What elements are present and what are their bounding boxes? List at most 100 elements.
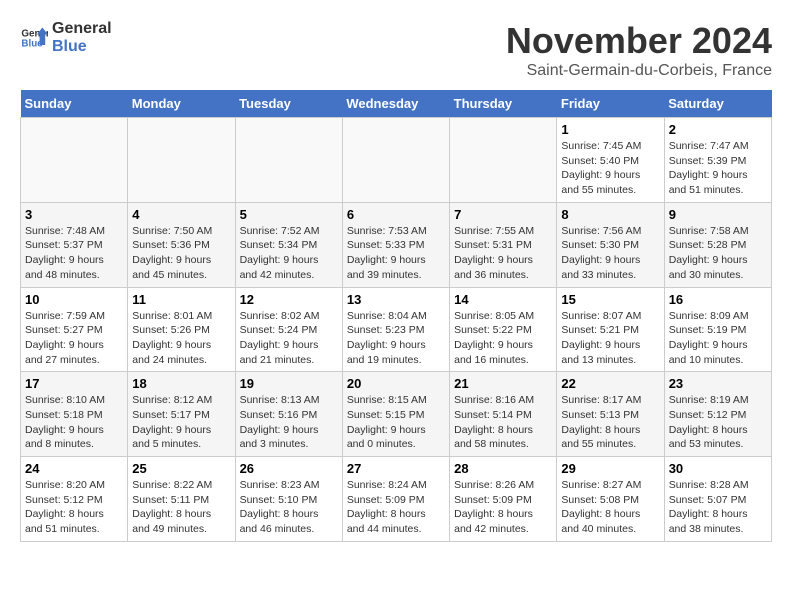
- day-info: Sunrise: 7:56 AMSunset: 5:30 PMDaylight:…: [561, 224, 659, 283]
- day-number: 5: [240, 207, 338, 222]
- weekday-header-thursday: Thursday: [450, 90, 557, 118]
- day-info: Sunrise: 8:10 AMSunset: 5:18 PMDaylight:…: [25, 393, 123, 452]
- day-number: 9: [669, 207, 767, 222]
- header: General Blue General Blue November 2024 …: [20, 20, 772, 80]
- day-info: Sunrise: 7:50 AMSunset: 5:36 PMDaylight:…: [132, 224, 230, 283]
- day-info: Sunrise: 8:26 AMSunset: 5:09 PMDaylight:…: [454, 478, 552, 537]
- day-info: Sunrise: 8:01 AMSunset: 5:26 PMDaylight:…: [132, 309, 230, 368]
- day-info: Sunrise: 8:23 AMSunset: 5:10 PMDaylight:…: [240, 478, 338, 537]
- day-number: 11: [132, 292, 230, 307]
- day-number: 21: [454, 376, 552, 391]
- calendar-cell: 3Sunrise: 7:48 AMSunset: 5:37 PMDaylight…: [21, 202, 128, 287]
- calendar-cell: 16 Sunrise: 8:09 AMSunset: 5:19 PMDayligh…: [664, 287, 771, 372]
- day-number: 3: [25, 207, 123, 222]
- calendar-cell: 14Sunrise: 8:05 AMSunset: 5:22 PMDayligh…: [450, 287, 557, 372]
- day-info: Sunrise: 7:52 AMSunset: 5:34 PMDaylight:…: [240, 224, 338, 283]
- day-info: Sunrise: 8:16 AMSunset: 5:14 PMDaylight:…: [454, 393, 552, 452]
- calendar-cell: 25Sunrise: 8:22 AMSunset: 5:11 PMDayligh…: [128, 457, 235, 542]
- day-info: Sunrise: 7:53 AMSunset: 5:33 PMDaylight:…: [347, 224, 445, 283]
- calendar-cell: 12 Sunrise: 8:02 AMSunset: 5:24 PMDayligh…: [235, 287, 342, 372]
- calendar-cell: 18Sunrise: 8:12 AMSunset: 5:17 PMDayligh…: [128, 372, 235, 457]
- day-info: Sunrise: 7:55 AMSunset: 5:31 PMDaylight:…: [454, 224, 552, 283]
- calendar-cell: 23 Sunrise: 8:19 AMSunset: 5:12 PMDayligh…: [664, 372, 771, 457]
- weekday-header-monday: Monday: [128, 90, 235, 118]
- calendar-cell: 20 Sunrise: 8:15 AMSunset: 5:15 PMDayligh…: [342, 372, 449, 457]
- day-info: Sunrise: 7:47 AMSunset: 5:39 PMDaylight:…: [669, 139, 767, 198]
- day-info: Sunrise: 7:59 AMSunset: 5:27 PMDaylight:…: [25, 309, 123, 368]
- day-number: 26: [240, 461, 338, 476]
- day-info: Sunrise: 8:28 AMSunset: 5:07 PMDaylight:…: [669, 478, 767, 537]
- logo-general: General: [52, 20, 112, 38]
- day-number: 13: [347, 292, 445, 307]
- day-info: Sunrise: 8:19 AMSunset: 5:12 PMDaylight:…: [669, 393, 767, 452]
- calendar-cell: 1Sunrise: 7:45 AMSunset: 5:40 PMDaylight…: [557, 118, 664, 203]
- day-number: 8: [561, 207, 659, 222]
- day-number: 10: [25, 292, 123, 307]
- weekday-header-wednesday: Wednesday: [342, 90, 449, 118]
- day-info: Sunrise: 8:02 AMSunset: 5:24 PMDaylight:…: [240, 309, 338, 368]
- calendar-table: SundayMondayTuesdayWednesdayThursdayFrid…: [20, 90, 772, 542]
- calendar-cell: 28 Sunrise: 8:26 AMSunset: 5:09 PMDayligh…: [450, 457, 557, 542]
- calendar-cell: 24Sunrise: 8:20 AMSunset: 5:12 PMDayligh…: [21, 457, 128, 542]
- day-info: Sunrise: 8:07 AMSunset: 5:21 PMDaylight:…: [561, 309, 659, 368]
- day-info: Sunrise: 8:24 AMSunset: 5:09 PMDaylight:…: [347, 478, 445, 537]
- day-number: 22: [561, 376, 659, 391]
- day-info: Sunrise: 7:58 AMSunset: 5:28 PMDaylight:…: [669, 224, 767, 283]
- day-info: Sunrise: 8:13 AMSunset: 5:16 PMDaylight:…: [240, 393, 338, 452]
- day-number: 20: [347, 376, 445, 391]
- calendar-cell: [235, 118, 342, 203]
- day-info: Sunrise: 8:20 AMSunset: 5:12 PMDaylight:…: [25, 478, 123, 537]
- day-number: 16: [669, 292, 767, 307]
- weekday-header-saturday: Saturday: [664, 90, 771, 118]
- calendar-cell: 6 Sunrise: 7:53 AMSunset: 5:33 PMDaylight…: [342, 202, 449, 287]
- day-info: Sunrise: 8:04 AMSunset: 5:23 PMDaylight:…: [347, 309, 445, 368]
- month-title: November 2024: [506, 20, 772, 62]
- calendar-cell: 10 Sunrise: 7:59 AMSunset: 5:27 PMDayligh…: [21, 287, 128, 372]
- day-number: 6: [347, 207, 445, 222]
- calendar-cell: 19 Sunrise: 8:13 AMSunset: 5:16 PMDayligh…: [235, 372, 342, 457]
- day-number: 30: [669, 461, 767, 476]
- title-area: November 2024 Saint-Germain-du-Corbeis, …: [506, 20, 772, 80]
- calendar-cell: 26 Sunrise: 8:23 AMSunset: 5:10 PMDayligh…: [235, 457, 342, 542]
- day-number: 28: [454, 461, 552, 476]
- calendar-week-3: 10 Sunrise: 7:59 AMSunset: 5:27 PMDayligh…: [21, 287, 772, 372]
- day-number: 23: [669, 376, 767, 391]
- weekday-header-tuesday: Tuesday: [235, 90, 342, 118]
- day-number: 29: [561, 461, 659, 476]
- day-number: 7: [454, 207, 552, 222]
- weekday-header-sunday: Sunday: [21, 90, 128, 118]
- calendar-cell: 30 Sunrise: 8:28 AMSunset: 5:07 PMDayligh…: [664, 457, 771, 542]
- day-number: 4: [132, 207, 230, 222]
- calendar-cell: 15Sunrise: 8:07 AMSunset: 5:21 PMDayligh…: [557, 287, 664, 372]
- calendar-cell: [128, 118, 235, 203]
- day-info: Sunrise: 8:17 AMSunset: 5:13 PMDaylight:…: [561, 393, 659, 452]
- calendar-cell: 13 Sunrise: 8:04 AMSunset: 5:23 PMDayligh…: [342, 287, 449, 372]
- calendar-cell: 7 Sunrise: 7:55 AMSunset: 5:31 PMDaylight…: [450, 202, 557, 287]
- day-info: Sunrise: 8:27 AMSunset: 5:08 PMDaylight:…: [561, 478, 659, 537]
- day-number: 14: [454, 292, 552, 307]
- day-number: 1: [561, 122, 659, 137]
- calendar-cell: 29 Sunrise: 8:27 AMSunset: 5:08 PMDayligh…: [557, 457, 664, 542]
- day-info: Sunrise: 8:09 AMSunset: 5:19 PMDaylight:…: [669, 309, 767, 368]
- day-number: 2: [669, 122, 767, 137]
- location-title: Saint-Germain-du-Corbeis, France: [506, 62, 772, 80]
- calendar-cell: 9 Sunrise: 7:58 AMSunset: 5:28 PMDaylight…: [664, 202, 771, 287]
- calendar-cell: 2 Sunrise: 7:47 AMSunset: 5:39 PMDaylight…: [664, 118, 771, 203]
- logo-icon: General Blue: [20, 24, 48, 52]
- day-number: 19: [240, 376, 338, 391]
- calendar-cell: [342, 118, 449, 203]
- calendar-cell: 22 Sunrise: 8:17 AMSunset: 5:13 PMDayligh…: [557, 372, 664, 457]
- day-number: 17: [25, 376, 123, 391]
- calendar-cell: 5 Sunrise: 7:52 AMSunset: 5:34 PMDaylight…: [235, 202, 342, 287]
- calendar-week-4: 17 Sunrise: 8:10 AMSunset: 5:18 PMDayligh…: [21, 372, 772, 457]
- day-number: 27: [347, 461, 445, 476]
- calendar-cell: [450, 118, 557, 203]
- logo: General Blue General Blue: [20, 20, 112, 55]
- day-info: Sunrise: 8:15 AMSunset: 5:15 PMDaylight:…: [347, 393, 445, 452]
- day-info: Sunrise: 8:22 AMSunset: 5:11 PMDaylight:…: [132, 478, 230, 537]
- day-number: 18: [132, 376, 230, 391]
- calendar-cell: 8 Sunrise: 7:56 AMSunset: 5:30 PMDaylight…: [557, 202, 664, 287]
- calendar-week-5: 24Sunrise: 8:20 AMSunset: 5:12 PMDayligh…: [21, 457, 772, 542]
- calendar-cell: 21 Sunrise: 8:16 AMSunset: 5:14 PMDayligh…: [450, 372, 557, 457]
- day-number: 12: [240, 292, 338, 307]
